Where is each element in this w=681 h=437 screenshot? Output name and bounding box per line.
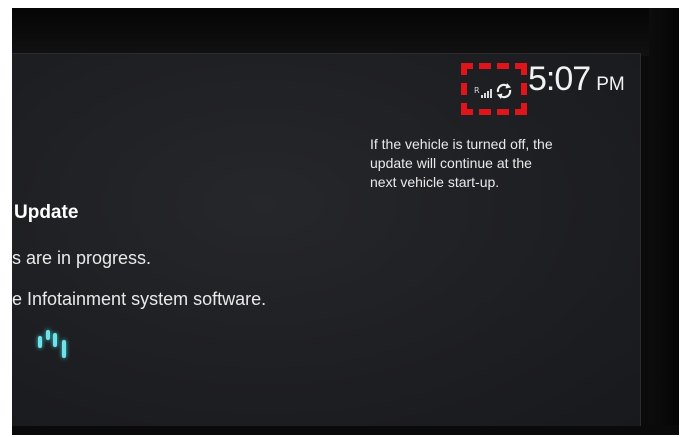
software-message: e Infotainment system software. (12, 289, 267, 309)
update-notice: If the vehicle is turned off, the update… (370, 135, 620, 192)
status-icons: R (461, 63, 531, 115)
notice-line: update will continue at the (370, 155, 532, 171)
loader-bar (53, 333, 57, 347)
loading-indicator-icon (36, 330, 76, 370)
bezel-right (649, 8, 679, 435)
progress-message: s are in progress. (12, 248, 152, 268)
loader-bar (46, 330, 50, 340)
sync-icon (496, 83, 512, 99)
clock-ampm: PM (596, 74, 625, 95)
bezel-bottom (12, 425, 679, 435)
clock: 5:07 PM (528, 62, 625, 96)
page-title: Update (14, 202, 79, 223)
screen-photo: R 5:07 PM If the vehicle is turned off, t… (12, 8, 679, 435)
bezel-top (12, 8, 679, 56)
signal-icon: R (474, 86, 492, 98)
notice-line: next vehicle start-up. (370, 174, 500, 190)
clock-time: 5:07 (528, 60, 591, 98)
notice-line: If the vehicle is turned off, the (370, 136, 553, 152)
svg-text:R: R (474, 86, 480, 95)
infotainment-screen: R 5:07 PM If the vehicle is turned off, t… (12, 53, 641, 426)
loader-bar (38, 336, 42, 348)
loader-bar (62, 340, 66, 358)
